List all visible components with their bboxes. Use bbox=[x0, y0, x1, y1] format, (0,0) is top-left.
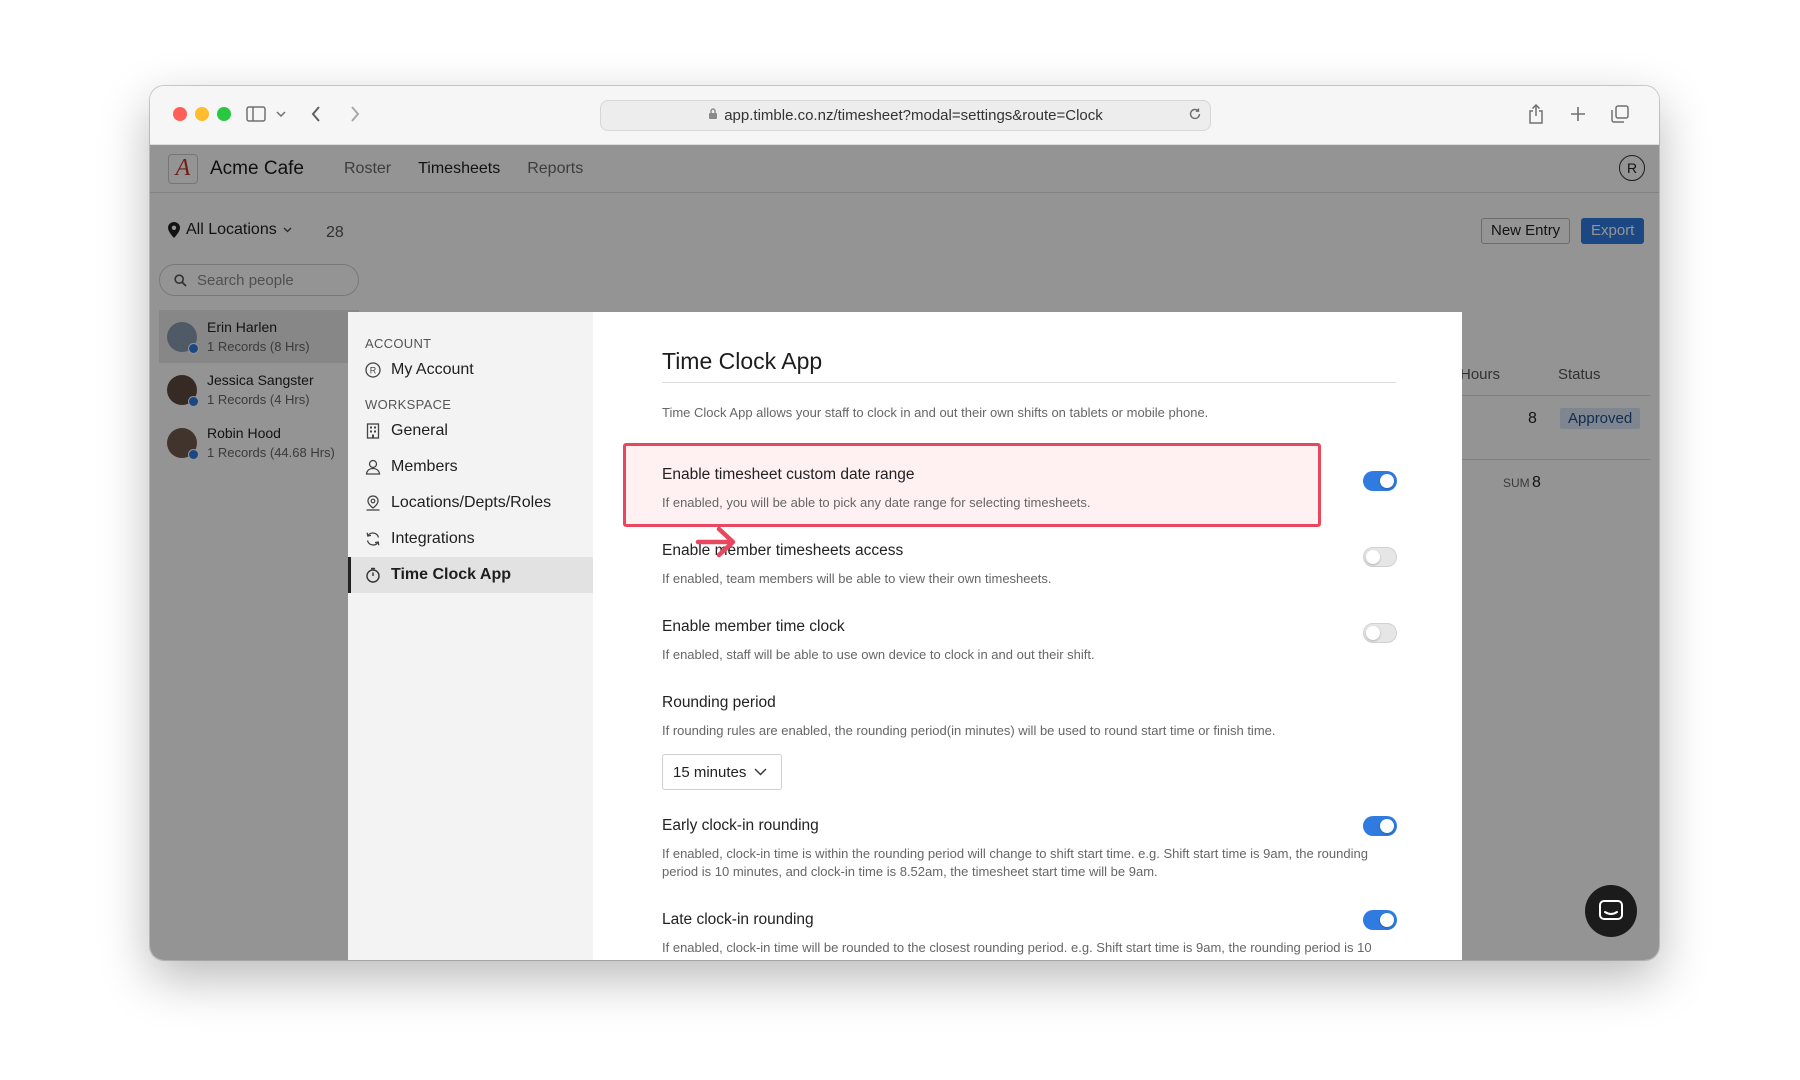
chevron-down-icon[interactable] bbox=[274, 101, 288, 127]
setting-title: Rounding period bbox=[662, 694, 776, 711]
workspace-section-label: WORKSPACE bbox=[365, 397, 452, 412]
browser-titlebar: app.timble.co.nz/timesheet?modal=setting… bbox=[150, 86, 1659, 145]
page-title: Time Clock App bbox=[662, 348, 823, 374]
setting-title: Enable member timesheets access bbox=[662, 542, 904, 559]
early-clock-in-rounding-toggle[interactable] bbox=[1363, 816, 1397, 836]
address-bar[interactable]: app.timble.co.nz/timesheet?modal=setting… bbox=[600, 100, 1211, 131]
setting-description: If enabled, team members will be able to… bbox=[662, 571, 1052, 586]
custom-date-range-toggle[interactable] bbox=[1363, 471, 1397, 491]
plus-icon[interactable] bbox=[1568, 101, 1588, 127]
right-arrow-icon bbox=[695, 526, 736, 558]
select-value: 15 minutes bbox=[673, 763, 747, 781]
setting-member-time-clock: Enable member time clock If enabled, sta… bbox=[662, 618, 1397, 664]
registered-icon: R bbox=[365, 362, 381, 378]
setting-description: If enabled, staff will be able to use ow… bbox=[662, 647, 1095, 662]
sidebar-item-label: Time Clock App bbox=[391, 566, 512, 583]
sidebar-item-time-clock-app[interactable]: Time Clock App bbox=[348, 557, 593, 593]
user-icon bbox=[365, 459, 381, 475]
sidebar-item-my-account[interactable]: R My Account bbox=[348, 352, 593, 388]
forward-icon[interactable] bbox=[345, 101, 365, 127]
sidebar-item-integrations[interactable]: Integrations bbox=[348, 521, 593, 557]
setting-rounding-period: Rounding period If rounding rules are en… bbox=[662, 694, 1397, 790]
location-icon bbox=[365, 495, 381, 511]
setting-title: Enable timesheet custom date range bbox=[662, 466, 915, 483]
share-icon[interactable] bbox=[1526, 101, 1546, 127]
title-divider bbox=[662, 382, 1396, 383]
late-clock-in-rounding-toggle[interactable] bbox=[1363, 910, 1397, 930]
sidebar-item-general[interactable]: General bbox=[348, 413, 593, 449]
sidebar-item-label: General bbox=[391, 422, 448, 439]
account-section-label: ACCOUNT bbox=[365, 336, 432, 351]
back-icon[interactable] bbox=[306, 101, 326, 127]
setting-description: If enabled, clock-in time is within the … bbox=[662, 846, 1368, 879]
chevron-down-icon bbox=[754, 768, 767, 776]
setting-description: If enabled, you will be able to pick any… bbox=[662, 495, 1091, 510]
sidebar-item-label: Locations/Depts/Roles bbox=[391, 494, 552, 511]
stopwatch-icon bbox=[365, 567, 381, 583]
page-description: Time Clock App allows your staff to cloc… bbox=[662, 405, 1209, 420]
rounding-period-select[interactable]: 15 minutes bbox=[662, 754, 782, 790]
sidebar-item-locations[interactable]: Locations/Depts/Roles bbox=[348, 485, 593, 521]
setting-title: Enable member time clock bbox=[662, 618, 845, 635]
sync-icon bbox=[365, 531, 381, 547]
setting-title: Late clock-in rounding bbox=[662, 911, 814, 928]
sidebar-item-members[interactable]: Members bbox=[348, 449, 593, 485]
minimize-window-button[interactable] bbox=[195, 107, 209, 121]
url-text: app.timble.co.nz/timesheet?modal=setting… bbox=[724, 107, 1103, 124]
tabs-icon[interactable] bbox=[1610, 101, 1630, 127]
chat-launcher-button[interactable] bbox=[1585, 885, 1637, 937]
member-timesheets-access-toggle[interactable] bbox=[1363, 547, 1397, 567]
setting-title: Early clock-in rounding bbox=[662, 817, 819, 834]
setting-description: If enabled, clock-in time will be rounde… bbox=[662, 940, 1372, 960]
close-window-button[interactable] bbox=[173, 107, 187, 121]
sidebar-icon[interactable] bbox=[243, 101, 269, 127]
sidebar-item-label: Members bbox=[391, 458, 458, 475]
sidebar-item-label: My Account bbox=[391, 361, 474, 378]
member-time-clock-toggle[interactable] bbox=[1363, 623, 1397, 643]
sidebar-item-label: Integrations bbox=[391, 530, 475, 547]
settings-content: Time Clock App Time Clock App allows you… bbox=[593, 312, 1462, 960]
setting-custom-date-range: Enable timesheet custom date range If en… bbox=[662, 466, 1397, 512]
setting-member-timesheets-access: Enable member timesheets access If enabl… bbox=[662, 542, 1397, 588]
reload-icon[interactable] bbox=[1188, 107, 1202, 125]
lock-icon bbox=[708, 107, 718, 124]
setting-early-clock-in-rounding: Early clock-in rounding If enabled, cloc… bbox=[662, 816, 1397, 881]
settings-sidebar: ACCOUNT R My Account WORKSPACE General M… bbox=[348, 312, 593, 960]
building-icon bbox=[365, 423, 381, 439]
chat-icon bbox=[1599, 900, 1623, 920]
svg-text:R: R bbox=[370, 366, 377, 376]
zoom-window-button[interactable] bbox=[217, 107, 231, 121]
setting-late-clock-in-rounding: Late clock-in rounding If enabled, clock… bbox=[662, 910, 1397, 960]
browser-window: app.timble.co.nz/timesheet?modal=setting… bbox=[150, 86, 1659, 960]
app-viewport: A Acme Cafe Roster Timesheets Reports R … bbox=[150, 145, 1659, 960]
setting-description: If rounding rules are enabled, the round… bbox=[662, 723, 1276, 738]
settings-modal: ACCOUNT R My Account WORKSPACE General M… bbox=[348, 312, 1462, 960]
